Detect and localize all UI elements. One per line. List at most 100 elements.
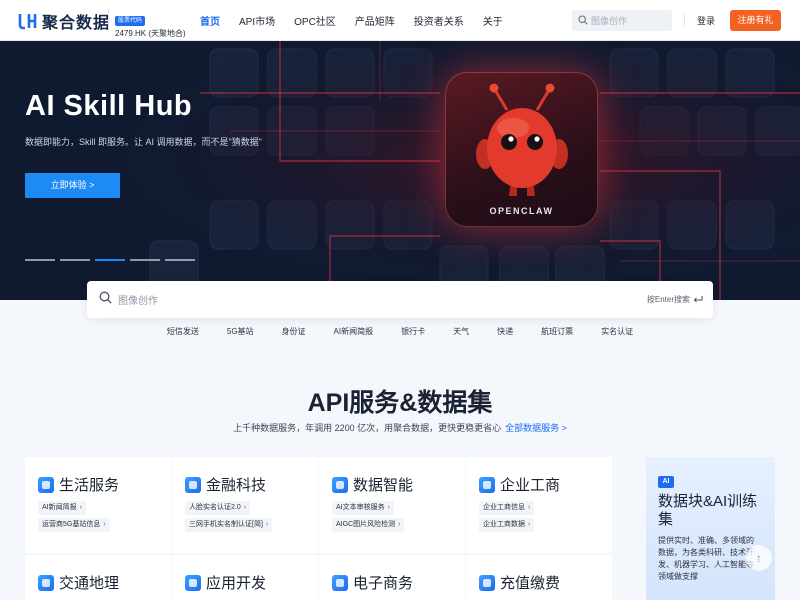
logo-text: 聚合数据 (42, 15, 111, 32)
hot-tag[interactable]: 实名认证 (601, 326, 633, 337)
category-title: 数据智能 (353, 477, 414, 494)
ai-badge-icon: AI (658, 476, 674, 488)
openclaw-label: OPENCLAW (489, 206, 554, 216)
nav-api-market[interactable]: API市场 (239, 13, 275, 28)
chevron-right-icon: › (243, 504, 247, 511)
chevron-right-icon: › (398, 521, 401, 528)
category-card-life[interactable]: 生活服务 AI新闻简报 › 运营商5G基站信息 › (25, 457, 171, 553)
api-chip[interactable]: AI文本审核服务 › (332, 501, 394, 515)
hot-tag[interactable]: 快递 (497, 326, 513, 337)
api-chip-label: AIGC图片风险检测 (336, 521, 396, 528)
transport-geo-icon (38, 574, 54, 591)
nav-about[interactable]: 关于 (483, 13, 503, 28)
enter-search-hint: 按Enter搜索 (647, 294, 703, 305)
category-title: 电子商务 (353, 575, 414, 592)
api-chip-label: 人脸实名认证2.0 (189, 504, 241, 511)
juhe-logo-icon (18, 11, 38, 31)
hero-subtitle: 数据即能力，Skill 即服务。让 AI 调用数据，而不是"猜数据" (25, 137, 262, 147)
back-to-top-icon[interactable]: ↑ (746, 545, 772, 571)
api-chip[interactable]: 三网手机实名制认证[简] › (185, 518, 273, 532)
carousel-dot[interactable] (25, 259, 55, 261)
dataset-ai-card[interactable]: AI 数据块&AI训练集 提供实时、准确、多领域的数据，为各类科研、技术开发、机… (646, 457, 775, 600)
api-chip[interactable]: 人脸实名认证2.0 › (185, 501, 251, 515)
category-title: 充值缴费 (500, 575, 561, 592)
hot-tag[interactable]: 短信发送 (167, 326, 199, 337)
nav-products[interactable]: 产品矩阵 (355, 13, 395, 28)
carousel-dot[interactable] (130, 259, 160, 261)
hot-tag[interactable]: 5G基站 (227, 326, 254, 337)
nav-home[interactable]: 首页 (200, 13, 220, 28)
chevron-right-icon: › (265, 521, 269, 528)
category-card-app-dev[interactable]: 应用开发 (172, 555, 318, 600)
chevron-right-icon: › (528, 521, 531, 528)
category-grid: 生活服务 AI新闻简报 › 运营商5G基站信息 › 金融科技 人脸实名认证2.0 › … (25, 457, 645, 600)
api-chip[interactable]: 企业工商数据 › (479, 518, 535, 532)
ecommerce-icon (332, 574, 348, 591)
hot-tag[interactable]: 身份证 (282, 326, 306, 337)
search-icon (578, 12, 588, 30)
category-card-transport[interactable]: 交通地理 (25, 555, 171, 600)
nav-opc-community[interactable]: OPC社区 (294, 13, 336, 28)
category-title: 生活服务 (59, 477, 120, 494)
category-card-recharge[interactable]: 充值缴费 (466, 555, 612, 600)
stock-code: 2479.HK (天聚地合) (115, 29, 186, 38)
try-now-button[interactable]: 立即体验 > (25, 173, 120, 198)
category-title: 交通地理 (59, 575, 120, 592)
hot-tag[interactable]: 银行卡 (401, 326, 425, 337)
category-title: 应用开发 (206, 575, 267, 592)
life-service-icon (38, 476, 54, 493)
nav-investors[interactable]: 投资者关系 (414, 13, 464, 28)
hero-background-grid (0, 41, 800, 300)
hot-tag[interactable]: AI新闻简报 (334, 326, 374, 337)
main-search-placeholder: 图像创作 (118, 296, 158, 307)
stock-tag: 股票代码 (115, 16, 146, 26)
category-card-data-intelligence[interactable]: 数据智能 AI文本审核服务 › AIGC图片风险检测 › (319, 457, 465, 553)
category-card-enterprise[interactable]: 企业工商 企业工商信息 › 企业工商数据 › (466, 457, 612, 553)
all-services-link[interactable]: 全部数据服务 > (505, 423, 567, 433)
api-chip[interactable]: 运营商5G基站信息 › (38, 518, 110, 532)
carousel-indicators (25, 259, 200, 261)
register-button[interactable]: 注册有礼 (730, 10, 781, 31)
login-link[interactable]: 登录 (697, 14, 715, 27)
hot-tag[interactable]: 航班订票 (541, 326, 573, 337)
api-chip-label: 企业工商信息 (483, 504, 525, 511)
robot-mascot-icon (476, 83, 568, 196)
logo[interactable]: 聚合数据 (18, 9, 110, 33)
category-card-ecommerce[interactable]: 电子商务 (319, 555, 465, 600)
main-nav: 首页 API市场 OPC社区 产品矩阵 投资者关系 关于 (200, 0, 522, 40)
api-chip-label: AI新闻简报 (42, 504, 77, 511)
header-search-input[interactable]: 图像创作 (572, 10, 672, 31)
api-chip[interactable]: AI新闻简报 › (38, 501, 86, 515)
hero-title: AI Skill Hub (25, 90, 193, 122)
stock-info: 股票代码 2479.HK (天聚地合) (108, 9, 186, 38)
category-title: 企业工商 (500, 477, 561, 494)
api-chip[interactable]: 企业工商信息 › (479, 501, 535, 515)
app-dev-icon (185, 574, 201, 591)
api-chip-label: 运营商5G基站信息 (42, 521, 101, 528)
enter-hint-label: 按Enter搜索 (646, 295, 690, 304)
carousel-dot[interactable] (165, 259, 195, 261)
chevron-right-icon: › (103, 521, 106, 528)
chevron-right-icon: › (387, 504, 390, 511)
section-subtitle-text: 上千种数据服务，年调用 2200 亿次，用聚合数据，更快更稳更省心 (233, 423, 502, 433)
chevron-right-icon: › (79, 504, 82, 511)
divider (684, 14, 685, 27)
enterprise-icon (479, 476, 495, 493)
openclaw-card: OPENCLAW (445, 72, 598, 227)
recharge-icon (479, 574, 495, 591)
dataset-card-title: 数据块&AI训练集 (658, 493, 758, 528)
data-intelligence-icon (332, 476, 348, 493)
api-chip-label: AI文本审核服务 (336, 504, 385, 511)
hero-banner: AI Skill Hub 数据即能力，Skill 即服务。让 AI 调用数据，而… (0, 41, 800, 300)
hot-tag[interactable]: 天气 (453, 326, 469, 337)
carousel-dot-active[interactable] (95, 259, 125, 261)
carousel-dot[interactable] (60, 259, 90, 261)
section-title: API服务&数据集 (307, 389, 493, 417)
api-chip[interactable]: AIGC图片风险检测 › (332, 518, 405, 532)
category-card-fintech[interactable]: 金融科技 人脸实名认证2.0 › 三网手机实名制认证[简] › (172, 457, 318, 553)
api-chip-label: 三网手机实名制认证[简] (189, 521, 263, 528)
chevron-right-icon: › (528, 504, 531, 511)
fintech-icon (185, 476, 201, 493)
main-search-input[interactable]: 图像创作 按Enter搜索 (87, 281, 713, 318)
top-header: 聚合数据 股票代码 2479.HK (天聚地合) 首页 API市场 OPC社区 … (0, 0, 800, 41)
